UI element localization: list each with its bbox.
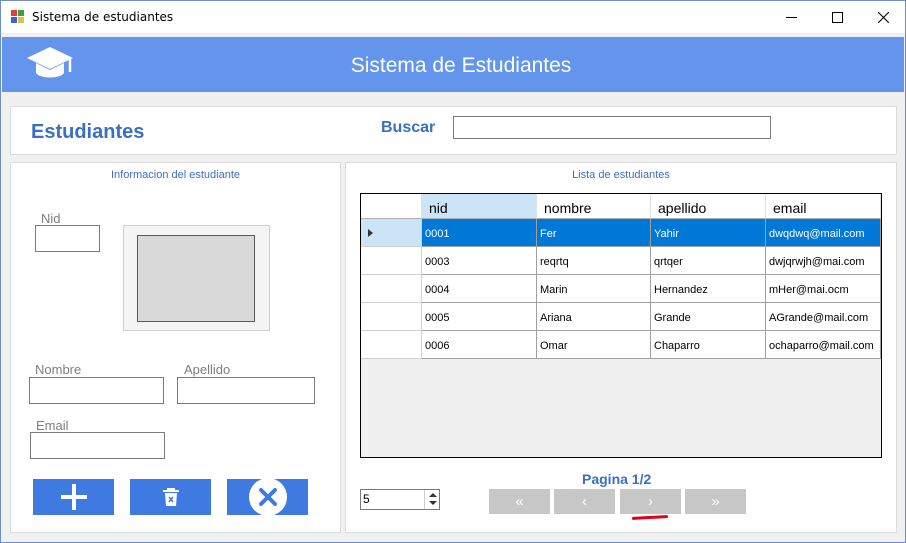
section-heading: Estudiantes bbox=[31, 121, 145, 143]
table-cell[interactable]: 0004 bbox=[422, 275, 537, 303]
apellido-field[interactable] bbox=[177, 377, 315, 404]
grid-body: nid nombre apellido email 0001 Fer Yahir… bbox=[361, 194, 881, 457]
last-page-button[interactable]: » bbox=[685, 489, 746, 514]
email-field[interactable] bbox=[30, 432, 165, 459]
table-cell[interactable]: Marin bbox=[537, 275, 651, 303]
student-list-title: Lista de estudiantes bbox=[572, 169, 670, 181]
column-header-nid[interactable]: nid bbox=[422, 194, 537, 219]
table-cell[interactable]: Omar bbox=[537, 331, 651, 359]
student-list-panel: Lista de estudiantes nid nombre apellido… bbox=[345, 162, 897, 533]
maximize-button[interactable] bbox=[814, 1, 860, 33]
app-window: Sistema de estudiantes Sistema de Estudi… bbox=[0, 0, 906, 543]
row-header[interactable] bbox=[361, 303, 422, 331]
stepper-buttons[interactable] bbox=[424, 490, 439, 509]
table-cell[interactable]: Hernandez bbox=[651, 275, 766, 303]
row-header[interactable] bbox=[361, 219, 422, 247]
table-cell[interactable]: dwqdwq@mail.com bbox=[766, 219, 881, 247]
table-cell[interactable]: dwjqrwjh@mai.com bbox=[766, 247, 881, 275]
email-label: Email bbox=[36, 418, 69, 433]
minimize-icon bbox=[785, 16, 797, 18]
column-header-nombre[interactable]: nombre bbox=[537, 194, 651, 219]
minimize-button[interactable] bbox=[768, 1, 814, 33]
row-header[interactable] bbox=[361, 275, 422, 303]
close-circle-icon bbox=[248, 478, 287, 516]
close-window-button[interactable] bbox=[860, 1, 906, 33]
table-cell[interactable]: Fer bbox=[537, 219, 651, 247]
page-size-value: 5 bbox=[363, 492, 370, 506]
table-cell[interactable]: 0001 bbox=[422, 219, 537, 247]
first-page-button[interactable]: « bbox=[489, 489, 550, 514]
close-icon bbox=[877, 11, 889, 23]
red-underline-annotation bbox=[631, 515, 669, 520]
cancel-button[interactable] bbox=[227, 478, 308, 516]
table-cell[interactable]: qrtqer bbox=[651, 247, 766, 275]
table-cell[interactable]: 0003 bbox=[422, 247, 537, 275]
row-header[interactable] bbox=[361, 331, 422, 359]
nid-field[interactable] bbox=[35, 225, 100, 252]
nid-label: Nid bbox=[41, 211, 61, 226]
search-input[interactable] bbox=[453, 116, 771, 139]
table-cell[interactable]: mHer@mai.ocm bbox=[766, 275, 881, 303]
page-indicator: Pagina 1/2 bbox=[582, 471, 652, 487]
grid-corner-header[interactable] bbox=[361, 194, 422, 219]
prev-page-button[interactable]: ‹ bbox=[554, 489, 615, 514]
nombre-label: Nombre bbox=[35, 362, 82, 377]
students-grid[interactable]: nid nombre apellido email 0001 Fer Yahir… bbox=[360, 193, 882, 458]
table-cell[interactable]: 0005 bbox=[422, 303, 537, 331]
apellido-label: Apellido bbox=[184, 362, 231, 377]
maximize-icon bbox=[831, 11, 843, 23]
table-cell[interactable]: 0006 bbox=[422, 331, 537, 359]
page-size-stepper[interactable]: 5 bbox=[360, 489, 440, 510]
student-info-title: Informacion del estudiante bbox=[110, 169, 241, 181]
photo-frame bbox=[123, 225, 270, 331]
stepper-up-icon[interactable] bbox=[429, 493, 437, 497]
column-header-email[interactable]: email bbox=[766, 194, 881, 219]
current-row-arrow-icon bbox=[368, 229, 373, 237]
add-student-button[interactable] bbox=[33, 479, 114, 515]
stepper-down-icon[interactable] bbox=[429, 501, 437, 505]
title-bar: Sistema de estudiantes bbox=[1, 1, 905, 33]
table-cell[interactable]: Chaparro bbox=[651, 331, 766, 359]
student-photo[interactable] bbox=[137, 235, 255, 322]
table-cell[interactable]: Grande bbox=[651, 303, 766, 331]
table-cell[interactable]: ochaparro@mail.com bbox=[766, 331, 881, 359]
plus-icon bbox=[60, 484, 87, 510]
nombre-field[interactable] bbox=[29, 377, 164, 404]
delete-student-button[interactable] bbox=[130, 479, 211, 515]
search-label: Buscar bbox=[381, 119, 436, 136]
table-cell[interactable]: Ariana bbox=[537, 303, 651, 331]
app-header-title: Sistema de Estudiantes bbox=[350, 54, 572, 77]
trash-icon bbox=[162, 488, 179, 506]
student-info-panel: Informacion del estudiante Nid Nombre Ap… bbox=[10, 162, 341, 533]
next-page-button[interactable]: › bbox=[620, 489, 681, 514]
header-banner: Sistema de Estudiantes bbox=[2, 37, 904, 92]
search-panel: Estudiantes Buscar bbox=[10, 106, 897, 155]
table-cell[interactable]: reqrtq bbox=[537, 247, 651, 275]
table-cell[interactable]: AGrande@mail.com bbox=[766, 303, 881, 331]
app-icon bbox=[11, 10, 25, 24]
window-title: Sistema de estudiantes bbox=[32, 10, 174, 24]
row-header[interactable] bbox=[361, 247, 422, 275]
column-header-apellido[interactable]: apellido bbox=[651, 194, 766, 219]
table-cell[interactable]: Yahir bbox=[651, 219, 766, 247]
